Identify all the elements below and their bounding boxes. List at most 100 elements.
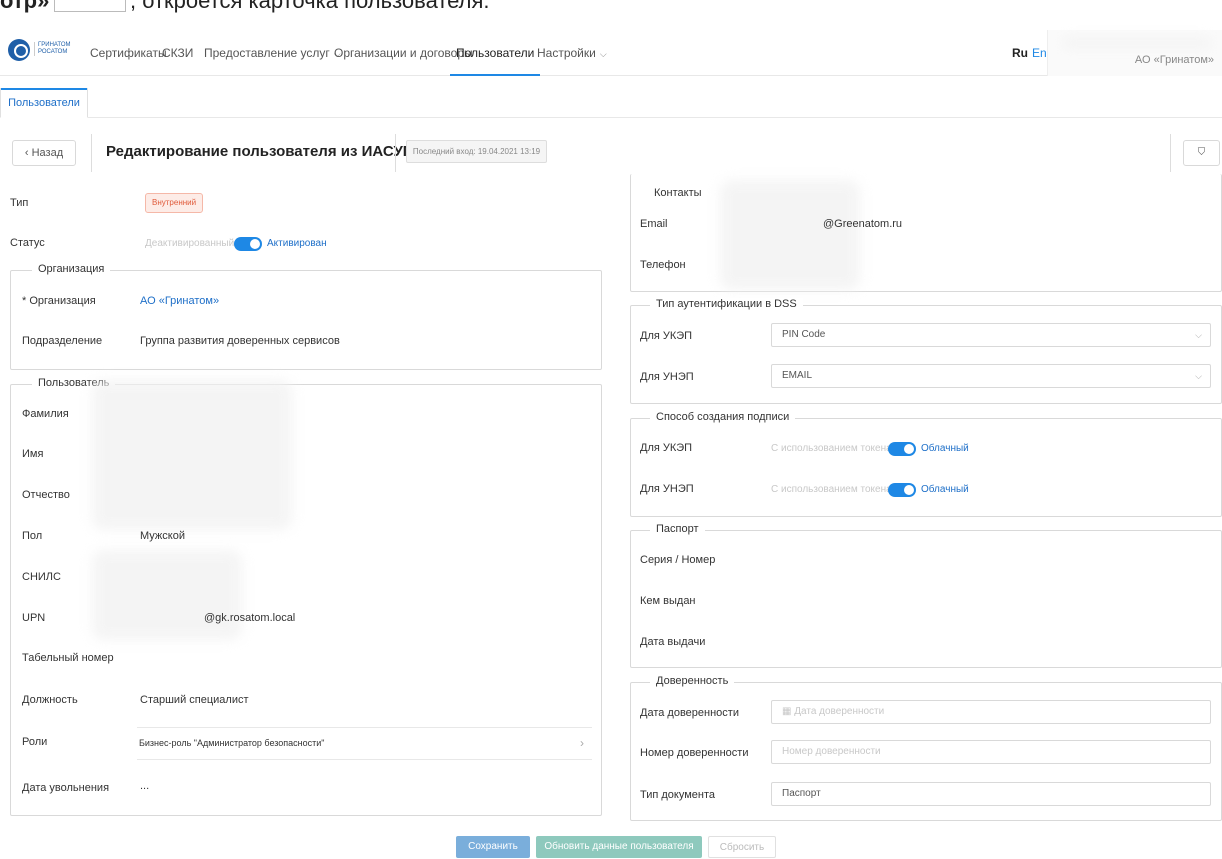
nav-item-users[interactable]: Пользователи xyxy=(450,30,541,76)
last-login-badge: Последний вход: 19.04.2021 13:19 xyxy=(406,140,547,163)
caption-bold: отр» xyxy=(0,0,50,13)
passport-issue-date-label: Дата выдачи xyxy=(640,636,706,648)
caption-icon-placeholder xyxy=(54,0,126,12)
lang-en[interactable]: En xyxy=(1032,46,1047,60)
auth-ukep-select[interactable]: PIN Code ⌵ xyxy=(771,323,1211,347)
shield-icon: ⛉ xyxy=(1197,147,1206,158)
dismissal-label: Дата увольнения xyxy=(22,782,110,794)
chevron-down-icon: ⌵ xyxy=(1195,330,1202,340)
tab-bar: Пользователи xyxy=(0,76,1222,118)
status-toggle[interactable] xyxy=(234,237,262,251)
sign-ukep-token-label: С использованием токена xyxy=(771,443,892,454)
sign-unep-cloud-label: Облачный xyxy=(921,484,969,495)
shield-button[interactable]: ⛉ xyxy=(1183,140,1220,166)
signature-method-group-title: Способ создания подписи xyxy=(650,411,796,423)
lang-ru[interactable]: Ru xyxy=(1012,46,1028,60)
passport-group-title: Паспорт xyxy=(650,523,705,535)
sign-ukep-toggle[interactable] xyxy=(888,442,916,456)
save-button[interactable]: Сохранить xyxy=(456,836,530,858)
chevron-down-icon: ⌵ xyxy=(1195,371,1202,381)
passport-group xyxy=(630,530,1222,668)
doc-type-input[interactable]: Паспорт xyxy=(771,782,1211,806)
top-navbar: ГРИНАТОМ РОСАТОМ Сертификаты СКЗИ Предост… xyxy=(0,30,1222,76)
roles-value: Бизнес-роль "Администратор безопасности" xyxy=(139,738,325,748)
auth-unep-select[interactable]: EMAIL ⌵ xyxy=(771,364,1211,388)
gender-label: Пол xyxy=(22,530,43,542)
nav-item-certificates[interactable]: Сертификаты xyxy=(90,30,167,76)
nav-item-skzi[interactable]: СКЗИ xyxy=(162,30,193,76)
status-off-label: Деактивированный xyxy=(145,238,235,249)
type-label: Тип xyxy=(10,197,29,209)
sign-unep-token-label: С использованием токена xyxy=(771,484,892,495)
user-org: АО «Гринатом» xyxy=(1134,54,1214,66)
department-label: Подразделение xyxy=(22,335,103,347)
back-button[interactable]: ‹ Назад xyxy=(12,140,76,166)
redacted-contacts-block xyxy=(720,180,860,290)
chevron-right-icon: › xyxy=(580,736,584,750)
poa-number-input[interactable]: Номер доверенности xyxy=(771,740,1211,764)
status-label: Статус xyxy=(10,237,45,249)
middle-name-label: Отчество xyxy=(22,489,70,501)
poa-date-picker[interactable]: ▦ Дата доверенности xyxy=(771,700,1211,724)
divider xyxy=(1170,134,1171,172)
last-name-label: Фамилия xyxy=(22,408,69,420)
signature-method-group xyxy=(630,418,1222,517)
dss-auth-group-title: Тип аутентификации в DSS xyxy=(650,298,803,310)
passport-issued-by-label: Кем выдан xyxy=(640,595,696,607)
nav-item-settings[interactable]: Настройки ⌵ xyxy=(537,30,607,76)
auth-ukep-label: Для УКЭП xyxy=(640,330,693,342)
upn-label: UPN xyxy=(22,612,46,624)
dss-auth-group xyxy=(630,305,1222,404)
organization-group-title: Организация xyxy=(32,263,111,275)
redacted-name-block xyxy=(92,380,292,530)
refresh-user-button[interactable]: Обновить данные пользователя xyxy=(536,836,702,858)
gender-value: Мужской xyxy=(140,530,185,542)
caption-text: , откроется карточка пользователя. xyxy=(130,0,490,13)
sign-unep-label: Для УНЭП xyxy=(640,483,694,495)
contacts-group xyxy=(630,174,1222,292)
contacts-group-title: Контакты xyxy=(648,187,708,199)
reset-button[interactable]: Сбросить xyxy=(708,836,776,858)
rosatom-logo-icon[interactable] xyxy=(8,39,30,61)
roles-label: Роли xyxy=(22,736,48,748)
dismissal-value: ... xyxy=(140,780,150,792)
page-title: Редактирование пользователя из ИАСУП xyxy=(106,143,414,160)
organization-group xyxy=(10,270,602,370)
roles-row[interactable]: Бизнес-роль "Администратор безопасности"… xyxy=(137,727,592,760)
user-menu[interactable]: АО «Гринатом» xyxy=(1047,30,1222,76)
redacted-user-name xyxy=(1062,38,1212,48)
tab-number-label: Табельный номер xyxy=(22,652,114,664)
poa-number-label: Номер доверенности xyxy=(640,747,749,759)
department-value: Группа развития доверенных сервисов xyxy=(140,335,340,347)
passport-series-label: Серия / Номер xyxy=(640,554,716,566)
calendar-icon: ▦ xyxy=(782,706,795,717)
poa-group-title: Доверенность xyxy=(650,675,735,687)
auth-unep-label: Для УНЭП xyxy=(640,371,694,383)
sign-unep-toggle[interactable] xyxy=(888,483,916,497)
sign-ukep-cloud-label: Облачный xyxy=(921,443,969,454)
language-switch: Ru En xyxy=(1012,46,1047,60)
divider xyxy=(91,134,92,172)
snils-label: СНИЛС xyxy=(22,571,61,583)
sign-ukep-label: Для УКЭП xyxy=(640,442,693,454)
organization-link[interactable]: АО «Гринатом» xyxy=(140,295,219,307)
status-on-label: Активирован xyxy=(267,238,327,249)
type-badge: Внутренний xyxy=(145,193,204,213)
position-label: Должность xyxy=(22,694,78,706)
document-caption: отр» , откроется карточка пользователя. xyxy=(0,0,1222,30)
email-value: @Greenatom.ru xyxy=(823,218,903,230)
first-name-label: Имя xyxy=(22,448,44,460)
organization-label: * Организация xyxy=(22,295,96,307)
divider xyxy=(395,134,396,172)
poa-date-label: Дата доверенности xyxy=(640,707,739,719)
phone-label: Телефон xyxy=(640,259,686,271)
upn-value: @gk.rosatom.local xyxy=(204,612,296,624)
nav-item-services[interactable]: Предоставление услуг ⌵ xyxy=(204,30,341,76)
logo-text: ГРИНАТОМ РОСАТОМ xyxy=(34,42,71,56)
doc-type-label: Тип документа xyxy=(640,789,716,801)
chevron-down-icon: ⌵ xyxy=(599,49,607,59)
email-label: Email xyxy=(640,218,668,230)
tab-users[interactable]: Пользователи xyxy=(0,88,88,118)
redacted-snils-block xyxy=(92,550,242,640)
position-value: Старший специалист xyxy=(140,694,249,706)
